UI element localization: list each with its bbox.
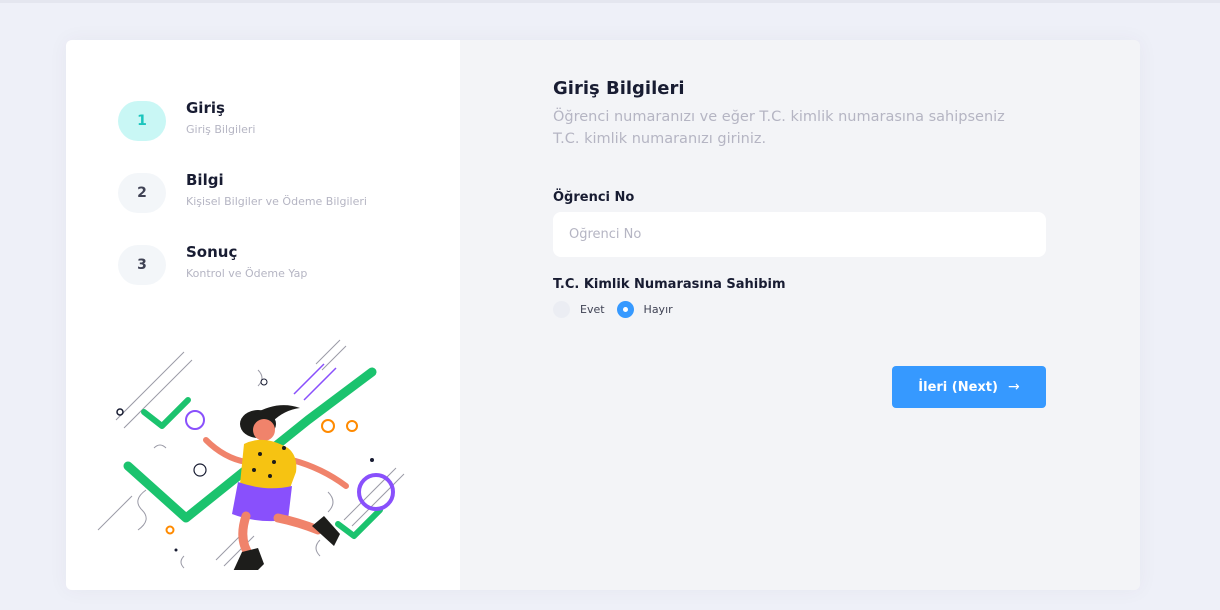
step-number: 3: [118, 245, 166, 285]
wizard-card: 1 Giriş Giriş Bilgileri 2 Bilgi Kişisel …: [66, 40, 1140, 590]
step-title: Giriş: [186, 99, 225, 117]
wizard-step-3[interactable]: 3 Sonuç Kontrol ve Ödeme Yap: [118, 243, 448, 289]
tc-radio-group: Evet Hayır: [553, 300, 685, 318]
arrow-right-icon: →: [1007, 379, 1020, 395]
step-subtitle: Kişisel Bilgiler ve Ödeme Bilgileri: [186, 195, 367, 208]
form-title: Giriş Bilgileri: [553, 78, 685, 99]
student-no-label: Öğrenci No: [553, 190, 635, 205]
step-title: Sonuç: [186, 243, 238, 261]
step-number: 2: [118, 173, 166, 213]
step-subtitle: Kontrol ve Ödeme Yap: [186, 267, 308, 280]
radio-evet[interactable]: Evet: [553, 300, 605, 318]
wizard-form-panel: Giriş Bilgileri Öğrenci numaranızı ve eğ…: [460, 40, 1140, 590]
next-button[interactable]: İleri (Next) →: [892, 366, 1046, 408]
step-title: Bilgi: [186, 171, 224, 189]
radio-hayir[interactable]: Hayır: [616, 300, 673, 318]
step-subtitle: Giriş Bilgileri: [186, 123, 256, 136]
student-no-input[interactable]: [553, 212, 1046, 257]
wizard-step-1[interactable]: 1 Giriş Giriş Bilgileri: [118, 99, 448, 145]
top-border: [0, 0, 1220, 3]
next-button-label: İleri (Next): [918, 379, 998, 395]
tc-question-label: T.C. Kimlik Numarasına Sahibim: [553, 277, 786, 292]
form-description: Öğrenci numaranızı ve eğer T.C. kimlik n…: [553, 109, 1005, 147]
wizard-step-2[interactable]: 2 Bilgi Kişisel Bilgiler ve Ödeme Bilgil…: [118, 171, 448, 217]
radio-label-evet: Evet: [580, 302, 605, 316]
radio-label-hayir: Hayır: [643, 302, 673, 316]
jumping-girl-illustration: [97, 339, 405, 570]
wizard-nav-panel: 1 Giriş Giriş Bilgileri 2 Bilgi Kişisel …: [66, 40, 460, 590]
radio-button-unchecked[interactable]: [553, 300, 570, 318]
step-number: 1: [118, 101, 166, 141]
radio-button-checked[interactable]: [616, 300, 634, 318]
